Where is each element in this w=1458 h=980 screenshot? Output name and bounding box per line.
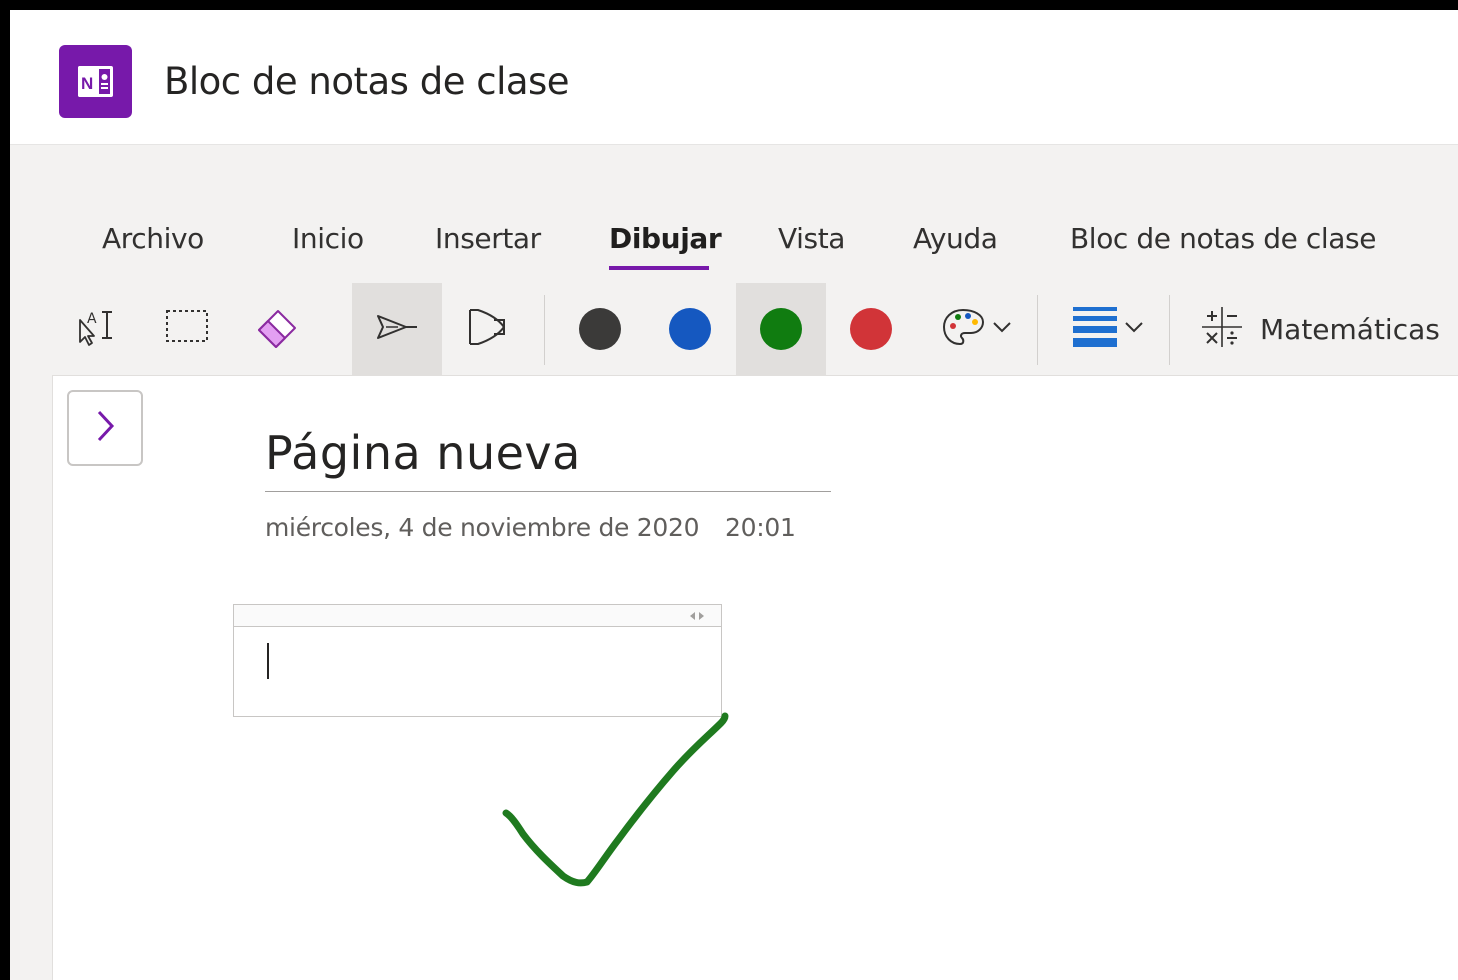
page-canvas[interactable]: Página nueva miércoles, 4 de noviembre d… — [52, 375, 1458, 980]
expand-navigation-button[interactable] — [67, 390, 143, 466]
ribbon-separator — [544, 295, 545, 365]
lasso-select-tool[interactable] — [142, 283, 232, 375]
lasso-select-icon — [164, 307, 210, 352]
title-underline — [265, 491, 831, 492]
eraser-tool[interactable] — [232, 283, 322, 375]
ribbon-separator — [1037, 295, 1038, 365]
chevron-right-icon — [90, 406, 120, 451]
page-time: 20:01 — [725, 513, 796, 542]
stroke-thickness-icon — [1071, 303, 1119, 356]
color-swatch-black — [579, 308, 621, 350]
note-container[interactable] — [233, 604, 722, 717]
onenote-logo-icon: N — [59, 45, 132, 118]
text-cursor — [267, 643, 269, 679]
highlighter-icon — [464, 306, 510, 353]
type-select-icon: A — [72, 304, 122, 355]
type-select-tool[interactable]: A — [52, 283, 142, 375]
active-tab-indicator — [609, 266, 709, 270]
math-button[interactable] — [1192, 283, 1252, 375]
color-swatch-red — [850, 308, 892, 350]
color-black-button[interactable] — [555, 283, 645, 375]
highlighter-tool[interactable] — [442, 283, 532, 375]
onenote-window: N Bloc de notas de clase Archivo Inicio … — [10, 10, 1458, 980]
palette-icon — [941, 306, 987, 353]
eraser-icon — [254, 304, 300, 355]
resize-handle-icon[interactable] — [687, 609, 707, 621]
tab-ayuda[interactable]: Ayuda — [913, 222, 998, 255]
tab-archivo[interactable]: Archivo — [102, 222, 204, 255]
page-title[interactable]: Página nueva — [265, 426, 581, 480]
palette-dropdown[interactable] — [927, 283, 1027, 375]
chevron-down-icon — [991, 320, 1013, 339]
math-icon — [1199, 304, 1245, 355]
color-green-button[interactable] — [736, 283, 826, 375]
page-date: miércoles, 4 de noviembre de 2020 — [265, 513, 700, 542]
chevron-down-icon — [1123, 320, 1145, 339]
color-red-button[interactable] — [826, 283, 916, 375]
draw-ribbon: A Matemáticas — [52, 283, 1458, 375]
tab-inicio[interactable]: Inicio — [292, 222, 364, 255]
ribbon-separator — [1169, 295, 1170, 365]
color-blue-button[interactable] — [645, 283, 735, 375]
tab-bloc-de-notas-de-clase[interactable]: Bloc de notas de clase — [1070, 222, 1376, 255]
color-swatch-green — [760, 308, 802, 350]
stroke-thickness-dropdown[interactable] — [1058, 283, 1158, 375]
svg-text:A: A — [87, 311, 97, 327]
ribbon-tabs: Archivo Inicio Insertar Dibujar Vista Ay… — [10, 210, 1458, 280]
color-swatch-blue — [669, 308, 711, 350]
app-title: Bloc de notas de clase — [164, 60, 570, 103]
pen-icon — [374, 310, 420, 349]
title-bar: N Bloc de notas de clase — [10, 10, 1458, 145]
tab-vista[interactable]: Vista — [778, 222, 845, 255]
tab-dibujar[interactable]: Dibujar — [609, 222, 722, 255]
math-label[interactable]: Matemáticas — [1260, 313, 1440, 346]
svg-text:N: N — [81, 74, 93, 93]
pen-tool[interactable] — [352, 283, 442, 375]
tab-insertar[interactable]: Insertar — [435, 222, 541, 255]
note-container-header[interactable] — [234, 605, 721, 627]
